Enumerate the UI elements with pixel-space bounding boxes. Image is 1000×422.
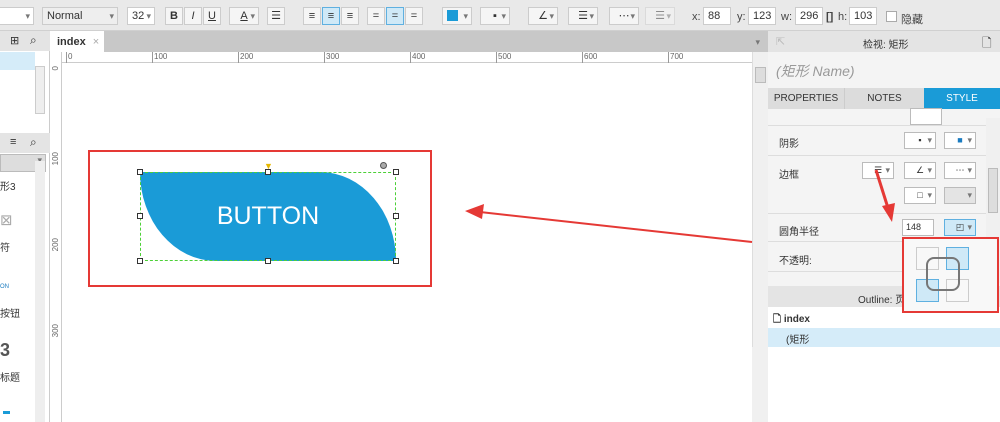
small-arrowhead — [882, 203, 895, 222]
small-arrow-line — [874, 169, 890, 209]
annotation-arrowhead — [465, 204, 484, 219]
annotation-arrows — [465, 169, 895, 243]
annotation-arrow-line — [479, 211, 753, 243]
